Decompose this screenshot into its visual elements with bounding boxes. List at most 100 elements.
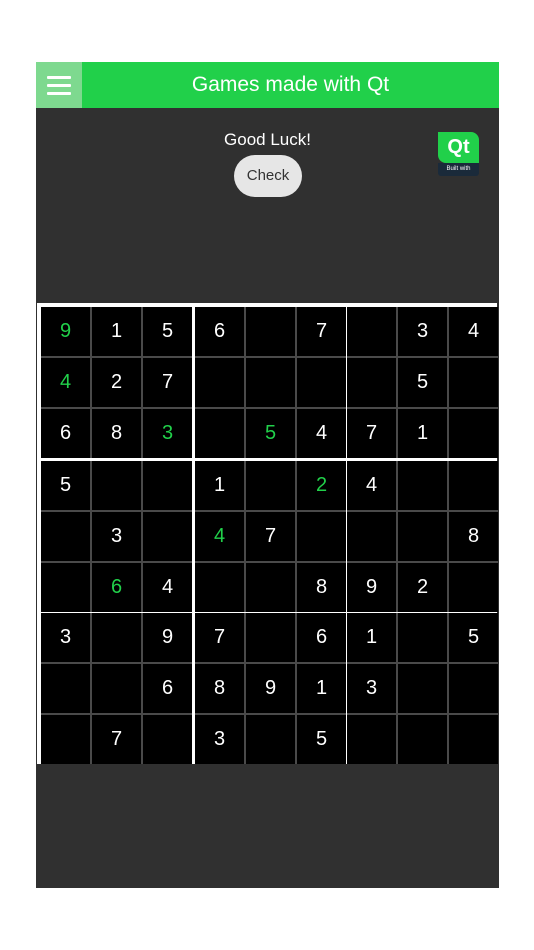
sudoku-cell[interactable]	[449, 409, 498, 458]
sudoku-cell[interactable]	[41, 512, 90, 561]
sudoku-cell[interactable]	[246, 358, 295, 407]
sudoku-cell[interactable]: 4	[143, 563, 192, 612]
sudoku-cell[interactable]: 1	[398, 409, 447, 458]
sudoku-cell[interactable]: 4	[347, 461, 396, 510]
sudoku-cell[interactable]: 3	[143, 409, 192, 458]
sudoku-box: 3 967	[41, 613, 192, 764]
sudoku-cell[interactable]: 2	[92, 358, 141, 407]
sudoku-cell[interactable]: 6	[143, 664, 192, 713]
sudoku-cell[interactable]	[246, 563, 295, 612]
qt-logo: Qt Built with	[438, 132, 479, 176]
sudoku-cell[interactable]: 8	[92, 409, 141, 458]
sudoku-cell[interactable]: 6	[92, 563, 141, 612]
qt-logo-text: Qt	[438, 132, 479, 163]
sudoku-cell[interactable]	[195, 409, 244, 458]
sudoku-cell[interactable]: 1	[297, 664, 346, 713]
app-window: Games made with Qt Good Luck! Check Qt B…	[36, 62, 499, 888]
sudoku-box: 5364	[41, 461, 192, 612]
sudoku-cell[interactable]	[143, 512, 192, 561]
sudoku-box: 1 2 478	[195, 461, 346, 612]
sudoku-cell[interactable]: 6	[297, 613, 346, 662]
sudoku-cell[interactable]: 8	[195, 664, 244, 713]
sudoku-cell[interactable]	[143, 461, 192, 510]
sudoku-box: 4 8 92	[347, 461, 498, 612]
sudoku-cell[interactable]: 5	[143, 307, 192, 356]
sudoku-cell[interactable]: 3	[41, 613, 90, 662]
sudoku-cell[interactable]: 8	[449, 512, 498, 561]
sudoku-cell[interactable]: 4	[449, 307, 498, 356]
sudoku-cell[interactable]	[195, 563, 244, 612]
sudoku-cell[interactable]	[398, 664, 447, 713]
menu-button[interactable]	[36, 62, 82, 108]
sudoku-cell[interactable]	[398, 461, 447, 510]
sudoku-cell[interactable]	[347, 307, 396, 356]
status-area: Good Luck! Check Qt Built with	[36, 108, 499, 303]
sudoku-cell[interactable]: 4	[297, 409, 346, 458]
sudoku-cell[interactable]: 5	[246, 409, 295, 458]
sudoku-cell[interactable]	[347, 512, 396, 561]
sudoku-cell[interactable]	[297, 512, 346, 561]
sudoku-cell[interactable]	[92, 664, 141, 713]
qt-logo-caption: Built with	[438, 163, 479, 176]
sudoku-cell[interactable]: 9	[347, 563, 396, 612]
sudoku-cell[interactable]: 3	[347, 664, 396, 713]
sudoku-box: 915 427 683	[41, 307, 192, 458]
sudoku-cell[interactable]	[92, 613, 141, 662]
sudoku-cell[interactable]: 2	[297, 461, 346, 510]
header-bar: Games made with Qt	[36, 62, 499, 108]
sudoku-cell[interactable]: 7	[195, 613, 244, 662]
sudoku-cell[interactable]	[449, 461, 498, 510]
sudoku-cell[interactable]	[41, 715, 90, 764]
sudoku-cell[interactable]	[41, 664, 90, 713]
sudoku-cell[interactable]: 5	[297, 715, 346, 764]
sudoku-cell[interactable]: 6	[41, 409, 90, 458]
sudoku-cell[interactable]	[246, 715, 295, 764]
sudoku-cell[interactable]	[449, 715, 498, 764]
sudoku-cell[interactable]	[449, 563, 498, 612]
check-button[interactable]: Check	[234, 155, 302, 197]
sudoku-box: 7 6 891 3 5	[195, 613, 346, 764]
sudoku-cell[interactable]	[398, 512, 447, 561]
sudoku-cell[interactable]: 8	[297, 563, 346, 612]
sudoku-cell[interactable]	[347, 358, 396, 407]
sudoku-cell[interactable]: 1	[195, 461, 244, 510]
sudoku-cell[interactable]: 5	[41, 461, 90, 510]
sudoku-cell[interactable]: 1	[92, 307, 141, 356]
sudoku-cell[interactable]	[347, 715, 396, 764]
sudoku-cell[interactable]: 9	[41, 307, 90, 356]
sudoku-cell[interactable]: 1	[347, 613, 396, 662]
sudoku-cell[interactable]	[195, 358, 244, 407]
sudoku-cell[interactable]	[398, 715, 447, 764]
sudoku-cell[interactable]	[41, 563, 90, 612]
sudoku-cell[interactable]	[143, 715, 192, 764]
sudoku-cell[interactable]: 7	[92, 715, 141, 764]
status-text: Good Luck!	[224, 130, 311, 149]
sudoku-cell[interactable]: 5	[398, 358, 447, 407]
sudoku-cell[interactable]: 3	[398, 307, 447, 356]
sudoku-box: 6 7 54	[195, 307, 346, 458]
sudoku-cell[interactable]: 7	[246, 512, 295, 561]
sudoku-cell[interactable]: 5	[449, 613, 498, 662]
sudoku-box: 34571	[347, 307, 498, 458]
sudoku-cell[interactable]	[398, 613, 447, 662]
sudoku-cell[interactable]: 3	[92, 512, 141, 561]
sudoku-cell[interactable]	[92, 461, 141, 510]
page-title: Games made with Qt	[191, 73, 390, 96]
sudoku-cell[interactable]: 4	[195, 512, 244, 561]
sudoku-cell[interactable]: 2	[398, 563, 447, 612]
sudoku-cell[interactable]: 7	[143, 358, 192, 407]
sudoku-cell[interactable]	[297, 358, 346, 407]
sudoku-cell[interactable]	[449, 358, 498, 407]
sudoku-cell[interactable]	[246, 307, 295, 356]
sudoku-cell[interactable]: 6	[195, 307, 244, 356]
sudoku-cell[interactable]	[449, 664, 498, 713]
sudoku-cell[interactable]	[246, 613, 295, 662]
sudoku-cell[interactable]: 3	[195, 715, 244, 764]
sudoku-cell[interactable]: 4	[41, 358, 90, 407]
sudoku-cell[interactable]: 7	[297, 307, 346, 356]
sudoku-cell[interactable]: 9	[143, 613, 192, 662]
sudoku-cell[interactable]	[246, 461, 295, 510]
sudoku-cell[interactable]: 7	[347, 409, 396, 458]
sudoku-cell[interactable]: 9	[246, 664, 295, 713]
sudoku-board: 9154276836754345715364124784892396776891…	[37, 303, 498, 764]
